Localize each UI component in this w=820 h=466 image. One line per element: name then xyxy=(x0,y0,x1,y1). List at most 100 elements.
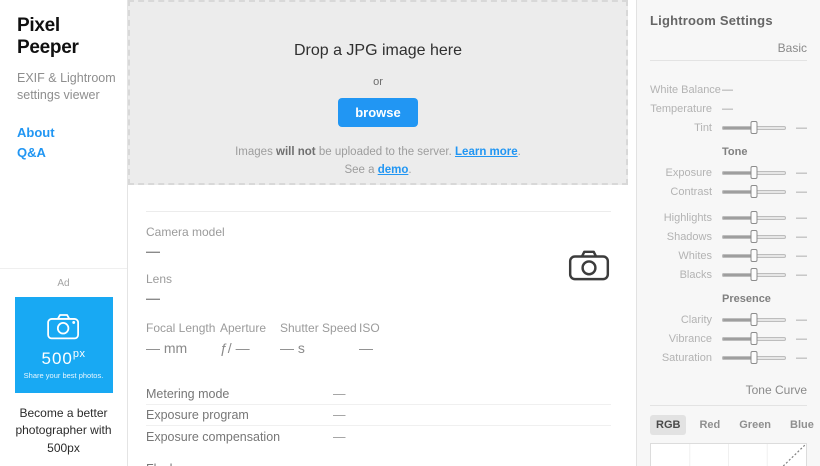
exposure-slider[interactable] xyxy=(722,166,786,179)
flash-value: — xyxy=(333,462,346,466)
ad-banner-500px[interactable]: 500 px Share your best photos. xyxy=(15,297,113,393)
whites-row: Whites — xyxy=(650,246,807,265)
clarity-value: — xyxy=(796,314,807,326)
tone-curve-header: Tone Curve xyxy=(650,383,807,406)
lightroom-panel: Lightroom Settings Basic White Balance —… xyxy=(636,0,820,466)
exposure-program-value: — xyxy=(333,408,346,422)
pixel-peeper-app: Pixel Peeper EXIF & Lightroom settings v… xyxy=(0,0,820,466)
tab-blue[interactable]: Blue xyxy=(784,415,820,435)
saturation-row: Saturation — xyxy=(650,348,807,367)
focal-length-label: Focal Length xyxy=(146,321,220,335)
ad-camera-icon xyxy=(44,311,84,346)
shadows-slider[interactable] xyxy=(722,230,786,243)
metering-mode-label: Metering mode xyxy=(146,387,333,401)
temperature-value: — xyxy=(722,103,733,115)
aperture-label: Aperture xyxy=(220,321,280,335)
dropzone-note: Images will not be uploaded to the serve… xyxy=(130,144,626,180)
note-suffix: be uploaded to the server. xyxy=(316,146,455,158)
white-balance-label: White Balance xyxy=(650,84,712,96)
focal-length-stat: Focal Length — mm xyxy=(146,321,220,356)
tab-red[interactable]: Red xyxy=(693,415,726,435)
saturation-label: Saturation xyxy=(650,352,712,364)
shutter-speed-label: Shutter Speed xyxy=(280,321,359,335)
saturation-slider[interactable] xyxy=(722,351,786,364)
whites-slider[interactable] xyxy=(722,249,786,262)
nav-link-about[interactable]: About xyxy=(17,125,111,140)
blacks-label: Blacks xyxy=(650,269,712,281)
shutter-speed-stat: Shutter Speed — s xyxy=(280,321,359,356)
clarity-row: Clarity — xyxy=(650,310,807,329)
basic-rows: White Balance — Temperature — Tint — Ton… xyxy=(650,80,807,367)
tab-green[interactable]: Green xyxy=(733,415,777,435)
ad-section: Ad 500 px Share your best photos. Become… xyxy=(0,268,127,466)
app-subtitle: EXIF & Lightroom settings viewer xyxy=(17,70,117,104)
exif-detail-rows: Metering mode — Exposure program — Expos… xyxy=(146,384,611,466)
camera-icon xyxy=(568,249,610,286)
contrast-label: Contrast xyxy=(650,186,712,198)
lens-label: Lens xyxy=(146,272,611,286)
app-title: Pixel Peeper xyxy=(17,15,111,59)
clarity-label: Clarity xyxy=(650,314,712,326)
demo-period: . xyxy=(408,164,411,176)
blacks-value: — xyxy=(796,269,807,281)
exposure-compensation-value: — xyxy=(333,430,346,444)
learn-more-link[interactable]: Learn more xyxy=(455,146,518,158)
shadows-value: — xyxy=(796,231,807,243)
exif-stats-row: Focal Length — mm Aperture ƒ/ — Shutter … xyxy=(146,321,611,356)
iso-value: — xyxy=(359,340,380,356)
exposure-program-row: Exposure program — xyxy=(146,405,611,426)
focal-length-value: — mm xyxy=(146,340,220,356)
camera-model-value: — xyxy=(146,243,611,259)
highlights-slider[interactable] xyxy=(722,211,786,224)
highlights-row: Highlights — xyxy=(650,208,807,227)
clarity-slider[interactable] xyxy=(722,313,786,326)
metering-mode-row: Metering mode — xyxy=(146,384,611,405)
vibrance-value: — xyxy=(796,333,807,345)
contrast-row: Contrast — xyxy=(650,182,807,201)
vibrance-row: Vibrance — xyxy=(650,329,807,348)
exposure-label: Exposure xyxy=(650,167,712,179)
nav-link-qa[interactable]: Q&A xyxy=(17,145,111,160)
exif-divider xyxy=(146,211,611,212)
shutter-speed-value: — s xyxy=(280,340,359,356)
blacks-slider[interactable] xyxy=(722,268,786,281)
white-balance-row: White Balance — xyxy=(650,80,807,99)
left-sidebar: Pixel Peeper EXIF & Lightroom settings v… xyxy=(0,0,128,466)
whites-label: Whites xyxy=(650,250,712,262)
demo-link[interactable]: demo xyxy=(378,164,409,176)
tint-value: — xyxy=(796,122,807,134)
row-gap xyxy=(146,447,611,459)
tone-curve-graph xyxy=(650,443,807,466)
exposure-row: Exposure — xyxy=(650,163,807,182)
blacks-row: Blacks — xyxy=(650,265,807,284)
exif-panel: Camera model — Lens — Focal Length — mm … xyxy=(128,211,636,466)
ad-tagline: Share your best photos. xyxy=(24,371,104,380)
tint-row: Tint — xyxy=(650,118,807,137)
tab-rgb[interactable]: RGB xyxy=(650,415,686,435)
contrast-slider[interactable] xyxy=(722,185,786,198)
camera-model-label: Camera model xyxy=(146,225,611,239)
presence-section-header: Presence xyxy=(722,293,807,305)
exposure-program-label: Exposure program xyxy=(146,408,333,422)
dropzone-title: Drop a JPG image here xyxy=(130,42,626,60)
temperature-row: Temperature — xyxy=(650,99,807,118)
exposure-compensation-label: Exposure compensation xyxy=(146,430,333,444)
main-content: Drop a JPG image here or browse Images w… xyxy=(128,0,636,466)
vibrance-slider[interactable] xyxy=(722,332,786,345)
aperture-stat: Aperture ƒ/ — xyxy=(220,321,280,356)
saturation-value: — xyxy=(796,352,807,364)
see-prefix: See a xyxy=(344,164,377,176)
browse-button[interactable]: browse xyxy=(338,98,418,127)
note-prefix: Images xyxy=(235,146,276,158)
tone-section-header: Tone xyxy=(722,146,807,158)
sidebar-nav: About Q&A xyxy=(17,125,111,160)
lens-value: — xyxy=(146,290,611,306)
exposure-value: — xyxy=(796,167,807,179)
metering-mode-value: — xyxy=(333,387,346,401)
iso-label: ISO xyxy=(359,321,380,335)
channel-tabs: RGB Red Green Blue xyxy=(650,415,807,435)
tint-slider[interactable] xyxy=(722,121,786,134)
image-dropzone[interactable]: Drop a JPG image here or browse Images w… xyxy=(128,0,628,185)
exposure-compensation-row: Exposure compensation — xyxy=(146,426,611,447)
note-period: . xyxy=(518,146,521,158)
